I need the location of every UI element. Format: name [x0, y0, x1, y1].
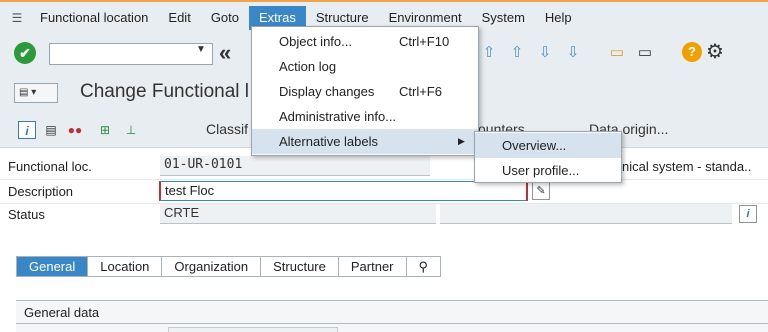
edit-icon[interactable]: ▤: [42, 121, 60, 139]
menu-item-administrative-info[interactable]: Administrative info...: [252, 104, 478, 129]
row-divider: [0, 179, 768, 180]
back-icon[interactable]: «: [219, 40, 231, 66]
tab-organization[interactable]: Organization: [162, 257, 262, 276]
section-title: General data: [24, 305, 100, 320]
status-text-field: [440, 204, 732, 224]
info-icon[interactable]: i: [18, 121, 36, 139]
gear-icon[interactable]: ⚙: [706, 39, 724, 64]
functional-loc-field: 01-UR-0101: [160, 156, 430, 176]
chevron-down-icon[interactable]: ▼: [196, 44, 206, 55]
tab-partner[interactable]: Partner: [339, 257, 407, 276]
new-session-icon[interactable]: ▭: [606, 42, 628, 64]
menu-item-label: Alternative labels: [279, 134, 378, 149]
first-page-icon[interactable]: ⇧: [478, 42, 500, 64]
menu-system[interactable]: System: [472, 6, 535, 30]
toolbar-spacer: [590, 42, 600, 64]
extras-dropdown: Object info... Ctrl+F10 Action log Displ…: [251, 26, 479, 156]
tab-general[interactable]: General: [17, 257, 89, 276]
menu-item-label: Action log: [279, 59, 337, 74]
menu-help[interactable]: Help: [535, 6, 582, 30]
menu-item-display-changes[interactable]: Display changes Ctrl+F6: [252, 79, 478, 104]
status-field: CRTE: [160, 204, 436, 224]
menu-icon[interactable]: ☰: [4, 11, 30, 25]
tab-location[interactable]: Location: [88, 257, 163, 276]
structure-icon[interactable]: ⊞: [96, 121, 114, 139]
long-text-icon[interactable]: ✎: [532, 182, 550, 200]
shortcut-icon[interactable]: ▭: [634, 42, 656, 64]
menu-item-shortcut: Ctrl+F10: [399, 34, 450, 49]
help-icon[interactable]: ?: [682, 42, 702, 62]
toolbar-icons: ⇧ ⇧ ⇩ ⇩ ▭ ▭: [478, 42, 656, 64]
page-title: Change Functional l: [80, 81, 249, 102]
functional-loc-label: Functional loc.: [8, 159, 92, 174]
menu-goto[interactable]: Goto: [201, 6, 249, 30]
previous-page-icon[interactable]: ⇧: [506, 42, 528, 64]
enter-check-icon[interactable]: ✔: [14, 42, 36, 64]
general-data-section: General data: [16, 300, 768, 332]
submenu-item-user-profile[interactable]: User profile...: [475, 158, 621, 183]
command-field[interactable]: [49, 43, 213, 65]
menu-item-alternative-labels[interactable]: Alternative labels ▶: [252, 129, 478, 154]
submenu-arrow-icon: ▶: [458, 136, 465, 146]
status-info-icon[interactable]: i: [739, 205, 757, 223]
last-page-icon[interactable]: ⇩: [562, 42, 584, 64]
partial-field: [168, 327, 338, 332]
section-divider: [16, 323, 768, 324]
menu-item-label: Object info...: [279, 34, 352, 49]
menu-edit[interactable]: Edit: [158, 6, 200, 30]
tab-more-icon[interactable]: ⚲: [407, 257, 441, 276]
next-page-icon[interactable]: ⇩: [534, 42, 556, 64]
status-label: Status: [8, 207, 45, 222]
menu-item-action-log[interactable]: Action log: [252, 54, 478, 79]
submenu-item-overview[interactable]: Overview...: [475, 133, 621, 158]
menu-item-object-info[interactable]: Object info... Ctrl+F10: [252, 29, 478, 54]
description-label: Description: [8, 184, 74, 199]
menu-item-label: Display changes: [279, 84, 375, 99]
partners-icon[interactable]: ●●: [66, 121, 84, 139]
alternative-labels-submenu: Overview... User profile...: [474, 131, 622, 183]
hierarchy-icon[interactable]: ⊥: [122, 121, 140, 139]
tab-strip: General Location Organization Structure …: [16, 256, 442, 277]
menu-toggle-button[interactable]: ▤ ▾: [14, 83, 58, 103]
menu-functional-location[interactable]: Functional location: [30, 6, 158, 30]
classif-button[interactable]: Classif: [206, 121, 248, 137]
menu-item-label: Administrative info...: [279, 109, 397, 124]
menu-item-shortcut: Ctrl+F6: [399, 84, 442, 99]
tab-structure[interactable]: Structure: [261, 257, 339, 276]
structure-indicator-text: nical system - standa..: [622, 159, 752, 174]
description-input[interactable]: test Floc: [159, 181, 528, 201]
